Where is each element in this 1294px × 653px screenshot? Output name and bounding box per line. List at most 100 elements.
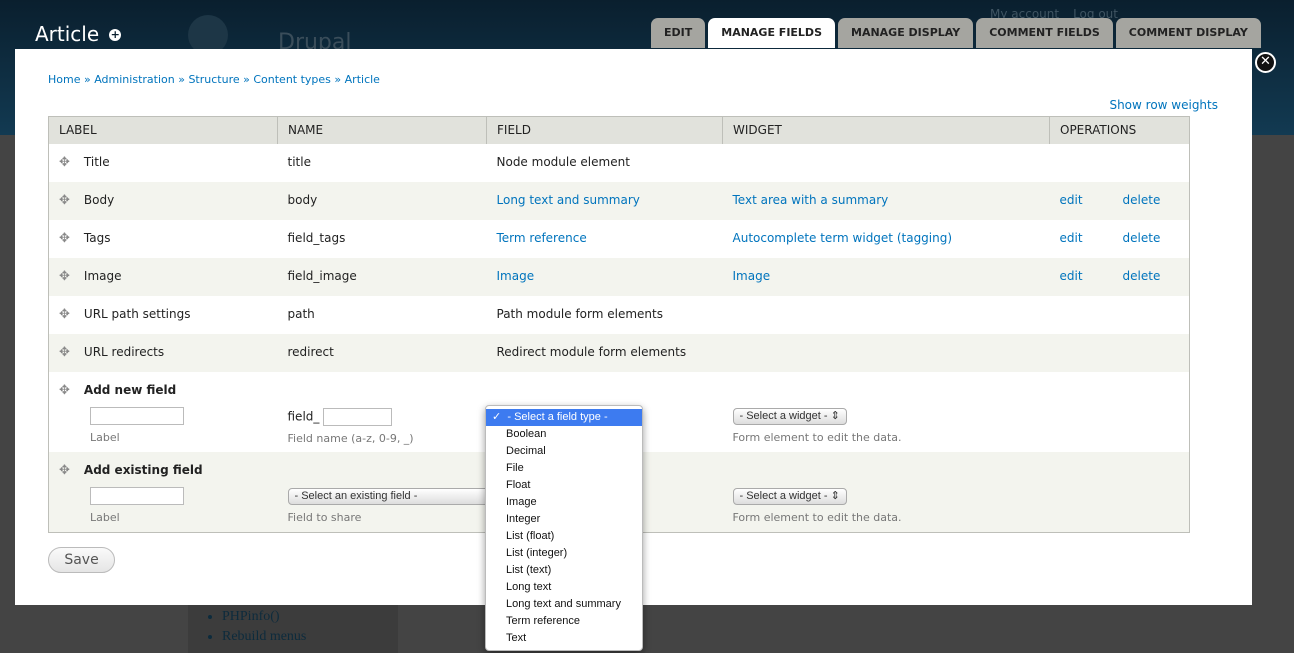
dropdown-option[interactable]: Long text xyxy=(486,579,642,596)
breadcrumb-administration[interactable]: Administration xyxy=(94,73,175,86)
table-row: ✥ URL redirects redirect Redirect module … xyxy=(48,333,1190,372)
table-row: ✥ Image field_image Image Image edit delet… xyxy=(48,257,1190,296)
tabs: EDIT MANAGE FIELDS MANAGE DISPLAY COMMEN… xyxy=(651,18,1261,48)
breadcrumb-home[interactable]: Home xyxy=(48,73,80,86)
dropdown-option[interactable]: Term reference xyxy=(486,613,642,630)
drag-handle-icon[interactable]: ✥ xyxy=(59,231,70,246)
dropdown-option[interactable]: Image xyxy=(486,494,642,511)
row-field: Path module form elements xyxy=(496,306,664,321)
label-description: Label xyxy=(90,430,120,444)
field-prefix: field_ xyxy=(287,409,320,423)
save-button[interactable]: Save xyxy=(48,547,115,573)
breadcrumb-article[interactable]: Article xyxy=(345,73,380,86)
dropdown-option[interactable]: List (float) xyxy=(486,528,642,545)
existing-field-label-input[interactable] xyxy=(90,486,184,505)
col-name: NAME xyxy=(277,116,487,144)
selected-option-label: - Select a field type - xyxy=(507,411,608,423)
field-name-description: Field name (a-z, 0-9, _) xyxy=(287,431,414,445)
row-name: title xyxy=(287,154,311,169)
drag-handle-icon[interactable]: ✥ xyxy=(59,193,70,208)
rebuild-menus-link[interactable]: Rebuild menus xyxy=(222,627,398,647)
drag-handle-icon[interactable]: ✥ xyxy=(59,383,70,398)
widget-description: Form element to edit the data. xyxy=(732,430,902,444)
edit-link[interactable]: edit xyxy=(1060,269,1083,283)
row-name: path xyxy=(287,306,315,321)
tab-comment-fields[interactable]: COMMENT FIELDS xyxy=(976,18,1113,48)
drag-handle-icon[interactable]: ✥ xyxy=(59,269,70,284)
row-widget-link[interactable]: Image xyxy=(733,269,771,283)
table-header: LABEL NAME FIELD WIDGET OPERATIONS xyxy=(48,116,1190,144)
new-field-name-input[interactable] xyxy=(323,407,393,426)
checkmark-icon: ✓ xyxy=(492,411,502,423)
tab-comment-display[interactable]: COMMENT DISPLAY xyxy=(1115,18,1261,48)
row-label: Tags xyxy=(83,230,111,245)
widget-description: Form element to edit the data. xyxy=(732,510,902,524)
title-text: Article xyxy=(35,22,100,46)
dropdown-option[interactable]: Decimal xyxy=(486,443,642,460)
dropdown-option-selected[interactable]: ✓ - Select a field type - xyxy=(486,409,642,426)
table-row: ✥ Body body Long text and summary Text ar… xyxy=(48,181,1190,220)
new-field-label-input[interactable] xyxy=(90,406,184,425)
delete-link[interactable]: delete xyxy=(1123,269,1161,283)
row-label: URL path settings xyxy=(83,306,191,321)
dropdown-option[interactable]: Integer xyxy=(486,511,642,528)
row-name: field_image xyxy=(277,257,487,296)
background-links: PHPinfo() Rebuild menus xyxy=(188,605,398,653)
field-type-dropdown[interactable]: ✓ - Select a field type - Boolean Decimal… xyxy=(485,405,643,651)
edit-link[interactable]: edit xyxy=(1060,193,1083,207)
row-label: URL redirects xyxy=(83,344,165,359)
tab-edit[interactable]: EDIT xyxy=(651,18,706,48)
drag-handle-icon[interactable]: ✥ xyxy=(59,463,70,478)
row-label: Body xyxy=(83,192,115,207)
drag-handle-icon[interactable]: ✥ xyxy=(59,307,70,322)
tab-manage-fields[interactable]: MANAGE FIELDS xyxy=(708,18,835,48)
dropdown-option[interactable]: Float xyxy=(486,477,642,494)
row-widget-link[interactable]: Text area with a summary xyxy=(733,193,889,207)
col-field: FIELD xyxy=(486,116,723,144)
table-row: ✥ URL path settings path Path module form… xyxy=(49,296,1190,334)
row-name: body xyxy=(277,181,487,220)
row-field-link[interactable]: Term reference xyxy=(497,231,587,245)
dropdown-option[interactable]: Boolean xyxy=(486,426,642,443)
widget-select-value: - Select a widget - xyxy=(739,409,828,422)
delete-link[interactable]: delete xyxy=(1123,193,1161,207)
widget-select-value: - Select a widget - xyxy=(739,489,828,502)
row-name: field_tags xyxy=(287,230,346,245)
add-existing-field-title: Add existing field xyxy=(83,462,203,477)
row-field-link[interactable]: Long text and summary xyxy=(497,193,640,207)
close-icon[interactable]: ✕ xyxy=(1255,52,1276,73)
show-row-weights-link[interactable]: Show row weights xyxy=(1109,98,1218,112)
dropdown-option[interactable]: Long text and summary xyxy=(486,596,642,613)
col-operations: OPERATIONS xyxy=(1049,116,1190,144)
row-field: Node module element xyxy=(496,154,630,169)
row-name: redirect xyxy=(277,333,487,372)
existing-widget-select[interactable]: - Select a widget - ⇕ xyxy=(732,487,847,505)
phpinfo-link[interactable]: PHPinfo() xyxy=(222,607,398,627)
new-widget-select[interactable]: - Select a widget - ⇕ xyxy=(732,407,847,425)
breadcrumb-structure[interactable]: Structure xyxy=(188,73,239,86)
dropdown-option[interactable]: Text xyxy=(486,630,642,647)
tab-manage-display[interactable]: MANAGE DISPLAY xyxy=(838,18,974,48)
label-description: Label xyxy=(90,510,120,524)
drag-handle-icon[interactable]: ✥ xyxy=(59,155,70,170)
breadcrumb-content-types[interactable]: Content types xyxy=(253,73,331,86)
breadcrumb: Home » Administration » Structure » Cont… xyxy=(48,73,380,86)
row-label: Image xyxy=(83,268,122,283)
row-field: Redirect module form elements xyxy=(496,344,687,359)
col-widget: WIDGET xyxy=(722,116,1050,144)
dropdown-option[interactable]: List (text) xyxy=(486,562,642,579)
delete-link[interactable]: delete xyxy=(1123,231,1161,245)
row-field-link[interactable]: Image xyxy=(497,269,535,283)
table-row: ✥ Tags field_tags Term reference Autocomp… xyxy=(49,220,1190,258)
dropdown-option[interactable]: File xyxy=(486,460,642,477)
drag-handle-icon[interactable]: ✥ xyxy=(59,345,70,360)
edit-link[interactable]: edit xyxy=(1060,231,1083,245)
row-label: Title xyxy=(83,154,110,169)
add-new-field-title: Add new field xyxy=(83,382,177,397)
dropdown-option[interactable]: List (integer) xyxy=(486,545,642,562)
table-row: ✥ Title title Node module element xyxy=(49,144,1190,182)
add-shortcut-icon[interactable]: + xyxy=(109,29,122,41)
col-label: LABEL xyxy=(48,116,278,144)
row-widget-link[interactable]: Autocomplete term widget (tagging) xyxy=(733,231,953,245)
page-title: Article + xyxy=(35,22,122,46)
